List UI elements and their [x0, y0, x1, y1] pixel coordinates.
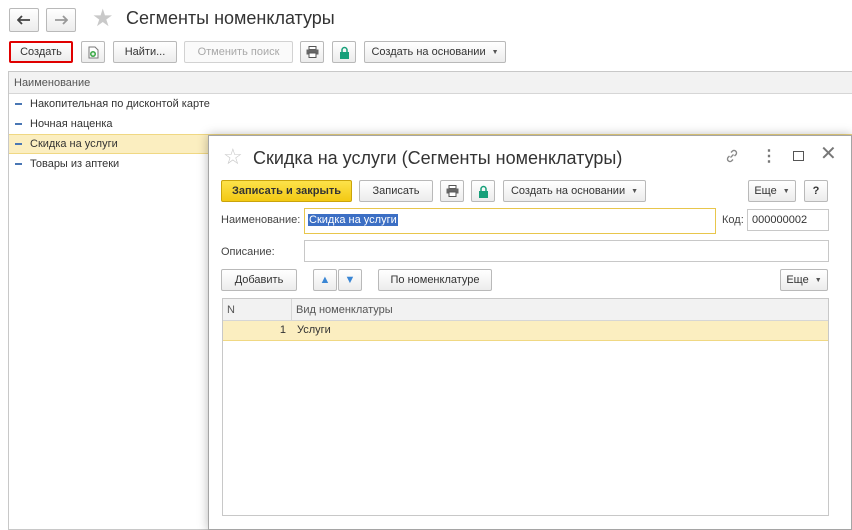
- name-input[interactable]: Скидка на услуги: [304, 208, 716, 234]
- save-and-close-button[interactable]: Записать и закрыть: [221, 180, 352, 202]
- list-item[interactable]: Ночная наценка: [9, 114, 852, 134]
- page-title: Сегменты номенклатуры: [126, 8, 335, 28]
- lock-icon: [478, 185, 488, 198]
- find-button[interactable]: Найти...: [113, 41, 177, 63]
- nomenclature-kinds-table[interactable]: N Вид номенклатуры 1 Услуги: [222, 298, 829, 516]
- forward-arrow-icon: [55, 15, 68, 25]
- cell-kind: Услуги: [297, 324, 331, 336]
- close-icon[interactable]: ✕: [820, 144, 837, 164]
- create-on-basis-button[interactable]: Создать на основании ▼: [503, 180, 646, 202]
- arrow-down-icon: ▼: [344, 274, 356, 286]
- table-header: N Вид номенклатуры: [223, 299, 828, 321]
- back-arrow-icon: [17, 15, 30, 25]
- move-up-button[interactable]: ▲: [313, 269, 337, 291]
- favorite-star-icon[interactable]: ☆: [223, 145, 243, 169]
- name-label: Наименование:: [221, 214, 301, 226]
- name-input-value: Скидка на услуги: [308, 214, 398, 226]
- list-item[interactable]: Накопительная по дисконтой карте: [9, 94, 852, 114]
- print-button[interactable]: [300, 41, 324, 63]
- description-label: Описание:: [221, 246, 275, 258]
- lock-button[interactable]: [332, 41, 356, 63]
- move-down-button[interactable]: ▼: [338, 269, 362, 291]
- element-form-dialog: ☆ Скидка на услуги (Сегменты номенклатур…: [208, 135, 852, 530]
- code-label: Код:: [722, 214, 744, 226]
- more-icon[interactable]: ⋮: [761, 148, 777, 166]
- more-label: Еще: [786, 274, 809, 286]
- table-row[interactable]: 1 Услуги: [223, 321, 828, 341]
- print-icon: [446, 185, 458, 197]
- list-item-label: Ночная наценка: [30, 118, 113, 130]
- chevron-down-icon: ▼: [782, 187, 790, 195]
- save-button[interactable]: Записать: [359, 180, 433, 202]
- back-button[interactable]: [9, 8, 39, 32]
- forward-button[interactable]: [46, 8, 76, 32]
- arrow-up-icon: ▲: [319, 274, 331, 286]
- create-button[interactable]: Создать: [9, 41, 73, 63]
- print-icon: [306, 46, 318, 58]
- item-dash-icon: [15, 103, 22, 105]
- chevron-down-icon: ▼: [491, 48, 499, 56]
- dialog-title: Скидка на услуги (Сегменты номенклатуры): [253, 148, 623, 168]
- add-row-button[interactable]: Добавить: [221, 269, 297, 291]
- cancel-find-button[interactable]: Отменить поиск: [184, 41, 293, 63]
- list-item-label: Накопительная по дисконтой карте: [30, 98, 210, 110]
- cell-n: 1: [279, 324, 286, 336]
- more-label: Еще: [754, 185, 777, 197]
- item-dash-icon: [15, 163, 22, 165]
- create-on-basis-label: Создать на основании: [371, 46, 486, 58]
- lock-button[interactable]: [471, 180, 495, 202]
- print-button[interactable]: [440, 180, 464, 202]
- column-header-n[interactable]: N: [223, 299, 292, 320]
- chevron-down-icon: ▼: [814, 276, 822, 284]
- item-dash-icon: [15, 123, 22, 125]
- list-item-label: Товары из аптеки: [30, 158, 120, 170]
- help-button[interactable]: ?: [804, 180, 828, 202]
- link-icon[interactable]: [724, 148, 740, 169]
- list-column-header[interactable]: Наименование: [9, 72, 852, 94]
- create-on-basis-button[interactable]: Создать на основании ▼: [364, 41, 506, 63]
- by-nomenclature-button[interactable]: По номенклатуре: [378, 269, 492, 291]
- item-dash-icon: [15, 143, 22, 145]
- create-on-basis-label: Создать на основании: [510, 185, 626, 197]
- chevron-down-icon: ▼: [631, 187, 639, 195]
- code-input[interactable]: 000000002: [747, 209, 829, 231]
- table-more-menu-button[interactable]: Еще ▼: [780, 269, 828, 291]
- favorite-star-icon[interactable]: ★: [92, 7, 114, 31]
- list-item-label: Скидка на услуги: [30, 138, 118, 150]
- lock-icon: [339, 46, 349, 59]
- description-input[interactable]: [304, 240, 829, 262]
- column-header-kind[interactable]: Вид номенклатуры: [292, 299, 393, 320]
- maximize-icon[interactable]: [793, 151, 804, 161]
- copy-add-icon: [88, 46, 99, 58]
- copy-button[interactable]: [81, 41, 105, 63]
- more-menu-button[interactable]: Еще ▼: [748, 180, 796, 202]
